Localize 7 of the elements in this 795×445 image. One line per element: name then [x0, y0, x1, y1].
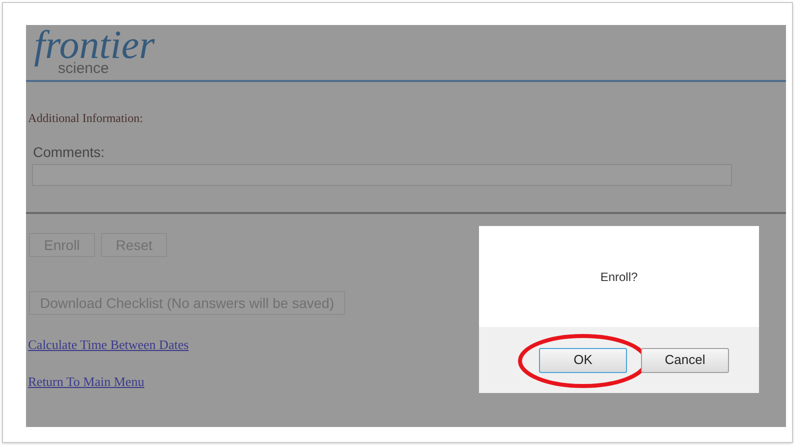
dialog-message: Enroll? — [600, 268, 638, 286]
comments-label: Comments: — [33, 143, 105, 162]
dialog-button[interactable]: Cancel — [641, 348, 729, 372]
dialog-button[interactable]: OK — [539, 348, 627, 372]
page-link[interactable]: Return To Main Menu — [28, 374, 144, 389]
page-link[interactable]: Calculate Time Between Dates — [28, 337, 189, 352]
section-title: Additional Information: — [28, 110, 143, 127]
